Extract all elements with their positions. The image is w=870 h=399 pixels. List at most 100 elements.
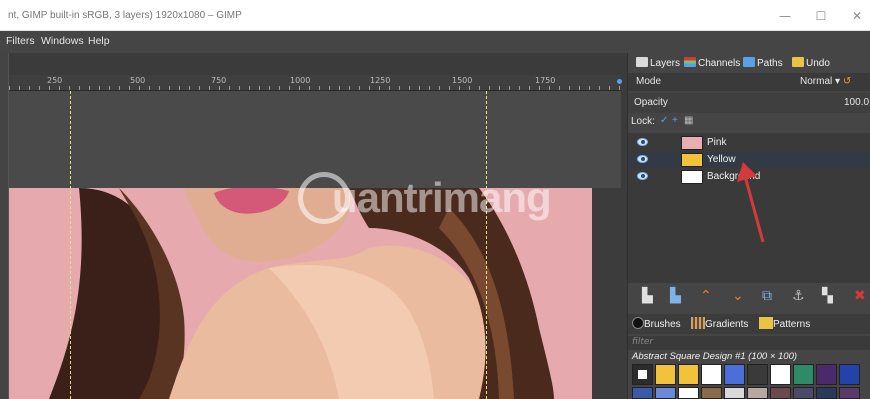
duplicate-layer-icon[interactable]: ⧉ xyxy=(762,288,772,304)
lock-alpha-icon[interactable]: ▦ xyxy=(684,115,693,126)
tab-label: Gradients xyxy=(705,319,749,330)
tab-patterns[interactable]: Patterns xyxy=(759,317,810,330)
undo-icon xyxy=(792,57,804,67)
brushes-icon xyxy=(632,317,644,329)
ruler-label: 1250 xyxy=(370,76,391,85)
brush-cell[interactable] xyxy=(678,364,699,385)
visibility-eye-icon[interactable] xyxy=(637,155,648,163)
new-layer-icon[interactable]: ▙ xyxy=(642,288,653,304)
ruler-ticks xyxy=(9,86,621,90)
layer-buttons-bar: ▙ ▙ ⌃ ⌄ ⧉ ⚓ ▚ ✖ xyxy=(628,285,870,307)
reset-mode-icon[interactable]: ↺ xyxy=(843,76,851,87)
brush-cell[interactable] xyxy=(632,387,653,399)
visibility-eye-icon[interactable] xyxy=(637,138,648,146)
tab-undo[interactable]: Undo xyxy=(792,57,830,73)
anchor-layer-icon[interactable]: ⚓ xyxy=(792,288,805,304)
minimize-button[interactable]: — xyxy=(774,7,796,25)
tab-label: Paths xyxy=(757,58,783,69)
ruler-label: 1000 xyxy=(290,76,311,85)
tab-label: Patterns xyxy=(773,319,811,330)
brush-cell[interactable] xyxy=(632,364,653,385)
tab-brushes[interactable]: Brushes xyxy=(632,317,681,330)
brush-cell[interactable] xyxy=(655,364,676,385)
chevron-down-icon: ▾ xyxy=(835,76,843,87)
watermark: uantrimang xyxy=(298,168,598,238)
tab-gradients[interactable]: Gradients xyxy=(691,317,748,330)
brush-cell[interactable] xyxy=(747,364,768,385)
opacity-row[interactable]: Opacity 100.0 xyxy=(628,93,870,113)
ruler-label: 1750 xyxy=(535,76,556,85)
tab-layers[interactable]: Layers xyxy=(636,57,680,73)
resource-tabs: Brushes Gradients Patterns xyxy=(628,314,870,334)
horizontal-ruler[interactable]: 250 500 750 1000 1250 1500 1750 xyxy=(9,75,621,91)
mode-label: Mode xyxy=(636,76,662,87)
ruler-label: 500 xyxy=(130,76,146,85)
visibility-eye-icon[interactable] xyxy=(637,172,648,180)
brush-cell[interactable] xyxy=(678,387,699,399)
ruler-label: 750 xyxy=(211,76,227,85)
ruler-label: 250 xyxy=(47,76,63,85)
menu-help[interactable]: Help xyxy=(88,35,110,47)
tab-paths[interactable]: Paths xyxy=(743,57,783,73)
patterns-icon xyxy=(759,317,773,329)
layer-thumbnail xyxy=(681,170,703,184)
opacity-label: Opacity xyxy=(634,97,668,108)
filter-placeholder: filter xyxy=(632,337,654,347)
opacity-value[interactable]: 100.0 xyxy=(844,97,869,108)
brush-cell[interactable] xyxy=(839,364,860,385)
mode-row: Mode Normal ▾ ↺ xyxy=(628,73,870,91)
brush-cell[interactable] xyxy=(701,387,722,399)
layer-name: Pink xyxy=(707,137,727,148)
brush-cell[interactable] xyxy=(793,387,814,399)
brush-cell[interactable] xyxy=(793,364,814,385)
mode-value: Normal xyxy=(800,76,833,87)
window-title: nt, GIMP built-in sRGB, 3 layers) 1920x1… xyxy=(8,10,242,21)
brush-cell[interactable] xyxy=(816,387,837,399)
tab-label: Undo xyxy=(806,58,830,69)
vertical-guide[interactable] xyxy=(70,91,71,399)
brush-cell[interactable] xyxy=(724,364,745,385)
tab-label: Brushes xyxy=(644,319,681,330)
brush-cell[interactable] xyxy=(701,364,722,385)
brush-grid xyxy=(632,364,864,399)
brush-cell[interactable] xyxy=(770,364,791,385)
layer-thumbnail xyxy=(681,136,703,150)
brush-cell[interactable] xyxy=(655,387,676,399)
brush-filter-input[interactable]: filter xyxy=(628,336,870,350)
gradients-icon xyxy=(691,317,705,329)
tab-label: Layers xyxy=(650,58,681,69)
ruler-origin-dot xyxy=(617,79,622,84)
new-layer-group-icon[interactable]: ▙ xyxy=(670,288,681,304)
vertical-ruler[interactable] xyxy=(0,53,9,399)
vertical-guide[interactable] xyxy=(486,91,487,399)
delete-layer-icon[interactable]: ✖ xyxy=(854,288,866,304)
brush-cell[interactable] xyxy=(839,387,860,399)
raise-layer-icon[interactable]: ⌃ xyxy=(700,288,712,304)
channels-icon xyxy=(684,57,696,67)
tab-label: Channels xyxy=(698,58,741,69)
mode-select[interactable]: Normal ▾ ↺ xyxy=(800,76,851,87)
merge-layer-icon[interactable]: ▚ xyxy=(822,288,833,304)
watermark-text: uantrimang xyxy=(332,174,552,221)
menu-filters[interactable]: Filters xyxy=(6,35,35,47)
lower-layer-icon[interactable]: ⌄ xyxy=(732,288,744,304)
lock-row: Lock: ✓ + ▦ xyxy=(628,115,870,131)
brush-cell[interactable] xyxy=(816,364,837,385)
title-bar: nt, GIMP built-in sRGB, 3 layers) 1920x1… xyxy=(0,0,870,31)
layer-row-pink[interactable]: Pink xyxy=(628,135,870,151)
brush-cell[interactable] xyxy=(747,387,768,399)
menu-bar: Filters Windows Help xyxy=(0,31,870,53)
annotation-arrow-icon xyxy=(737,162,765,243)
ruler-label: 1500 xyxy=(452,76,473,85)
menu-windows[interactable]: Windows xyxy=(41,35,84,47)
layer-thumbnail xyxy=(681,153,703,167)
lock-label: Lock: xyxy=(631,116,655,127)
brush-cell[interactable] xyxy=(770,387,791,399)
layers-icon xyxy=(636,57,648,67)
lock-pixels-icon[interactable]: ✓ xyxy=(660,115,668,126)
tab-channels[interactable]: Channels xyxy=(684,57,740,73)
brush-cell[interactable] xyxy=(724,387,745,399)
maximize-button[interactable]: ☐ xyxy=(810,7,832,25)
close-button[interactable]: ✕ xyxy=(846,7,868,25)
lock-position-icon[interactable]: + xyxy=(672,115,678,126)
